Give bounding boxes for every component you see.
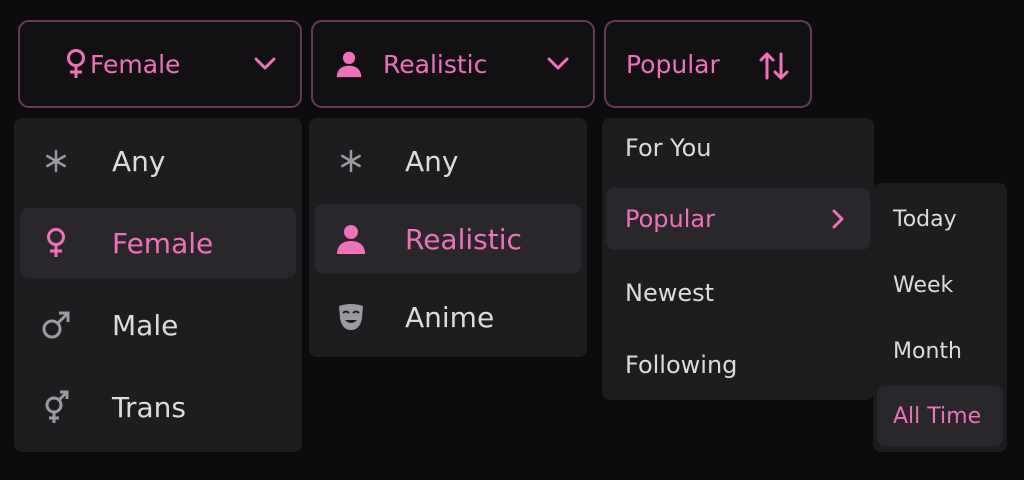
sort-option-newest[interactable]: Newest — [606, 262, 870, 324]
time-option-all-time[interactable]: All Time — [877, 386, 1003, 446]
gender-filter-label: Female — [90, 49, 181, 79]
sort-button[interactable]: Popular — [604, 20, 812, 108]
style-filter-label: Realistic — [383, 49, 488, 79]
sort-option-label: Following — [625, 351, 738, 379]
mask-icon — [335, 301, 367, 333]
time-option-label: Today — [893, 206, 957, 232]
sort-option-following[interactable]: Following — [606, 334, 870, 396]
asterisk-icon — [335, 145, 367, 177]
sort-arrows-icon — [758, 51, 790, 87]
sort-menu: For You Popular Newest Following — [602, 118, 874, 400]
asterisk-icon — [40, 145, 72, 177]
chevron-down-icon — [254, 57, 276, 71]
time-option-month[interactable]: Month — [877, 319, 1003, 383]
style-option-label: Anime — [405, 300, 495, 334]
gender-option-trans[interactable]: Trans — [20, 372, 296, 442]
gender-filter-button[interactable]: Female — [18, 20, 302, 108]
gender-option-label: Trans — [112, 390, 186, 424]
sort-option-label: Popular — [625, 205, 715, 233]
time-range-submenu: Today Week Month All Time — [873, 183, 1007, 452]
gender-option-any[interactable]: Any — [20, 126, 296, 196]
style-option-label: Any — [405, 144, 459, 178]
time-option-week[interactable]: Week — [877, 253, 1003, 317]
style-option-anime[interactable]: Anime — [315, 282, 581, 352]
male-icon — [40, 309, 72, 341]
style-menu: Any Realistic Anime — [309, 118, 587, 357]
style-option-label: Realistic — [405, 222, 522, 256]
chevron-down-icon — [547, 57, 569, 71]
chevron-right-icon — [822, 203, 854, 235]
sort-option-popular[interactable]: Popular — [606, 188, 870, 250]
sort-option-for-you[interactable]: For You — [606, 118, 870, 178]
time-option-label: Week — [893, 272, 954, 298]
sort-label: Popular — [626, 49, 720, 79]
gender-option-label: Any — [112, 144, 166, 178]
gender-option-label: Female — [112, 226, 214, 260]
person-icon — [335, 223, 367, 255]
person-icon — [335, 48, 363, 80]
gender-option-label: Male — [112, 308, 179, 342]
gender-menu: Any Female Male Trans — [14, 118, 302, 452]
style-option-any[interactable]: Any — [315, 126, 581, 196]
time-option-label: Month — [893, 338, 962, 364]
time-option-label: All Time — [893, 403, 982, 429]
female-icon — [62, 48, 90, 80]
gender-option-male[interactable]: Male — [20, 290, 296, 360]
gender-option-female[interactable]: Female — [20, 208, 296, 278]
time-option-today[interactable]: Today — [877, 187, 1003, 251]
sort-option-label: Newest — [625, 279, 715, 307]
style-option-realistic[interactable]: Realistic — [315, 204, 581, 274]
sort-option-label: For You — [625, 134, 712, 162]
transgender-icon — [40, 390, 72, 423]
female-icon — [40, 227, 72, 259]
style-filter-button[interactable]: Realistic — [311, 20, 595, 108]
